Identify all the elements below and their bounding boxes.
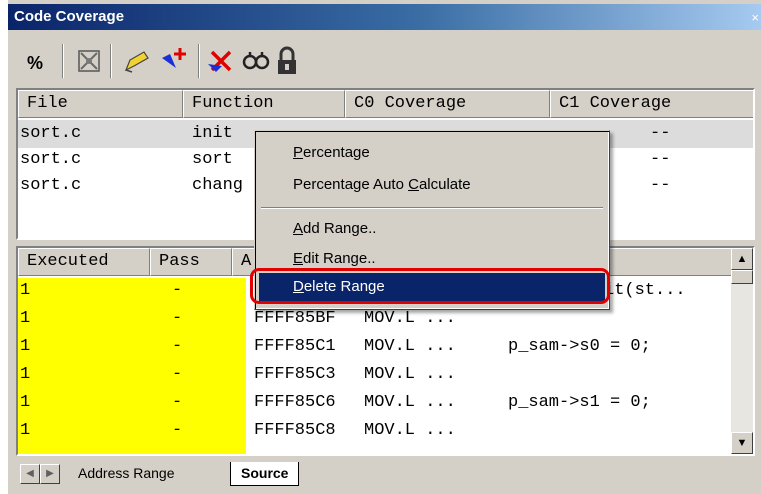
c1-coverage-cell: --: [650, 150, 671, 169]
pass-cell: -: [172, 421, 183, 440]
instruction-cell: MOV.L ...: [364, 365, 456, 384]
coverage-wrench-icon[interactable]: [70, 42, 108, 80]
c1-coverage-cell: --: [650, 176, 671, 195]
scroll-thumb[interactable]: [731, 270, 753, 284]
column-header-file[interactable]: File: [18, 90, 183, 118]
tab-source[interactable]: Source: [230, 462, 300, 486]
menu-item-label: Percentage Auto: [293, 176, 409, 193]
percent-label: %: [27, 53, 43, 73]
executed-cell: 1: [20, 393, 31, 412]
address-cell: FFFF85C6: [254, 393, 336, 412]
function-cell: init: [192, 124, 233, 143]
scroll-down-icon[interactable]: ▼: [731, 432, 753, 454]
menu-item-accelerator: A: [293, 220, 304, 237]
toolbar-separator: [198, 44, 200, 78]
menu-item-label: dd Range..: [303, 220, 377, 237]
edit-range-icon[interactable]: [118, 42, 156, 80]
menu-item-label: alculate: [418, 176, 471, 193]
column-header-pass[interactable]: Pass: [150, 248, 232, 276]
file-cell: sort.c: [20, 150, 82, 169]
pass-cell: -: [172, 337, 183, 356]
file-cell: sort.c: [20, 124, 82, 143]
column-header-function[interactable]: Function: [183, 90, 345, 118]
toolbar-separator: [62, 44, 64, 78]
menu-item-label: dit Range..: [303, 250, 376, 267]
window-title: Code Coverage: [14, 8, 125, 25]
pass-cell: -: [172, 393, 183, 412]
executed-cell: 1: [20, 281, 31, 300]
close-icon[interactable]: ×: [751, 10, 759, 25]
menu-item-percentage[interactable]: Percentage: [259, 139, 605, 167]
percent-icon[interactable]: %: [20, 42, 58, 80]
executed-cell: 1: [20, 309, 31, 328]
address-cell: FFFF85C3: [254, 365, 336, 384]
scroll-up-icon[interactable]: ▲: [731, 248, 753, 270]
menu-separator: [261, 207, 603, 209]
column-header-c0-coverage[interactable]: C0 Coverage: [345, 90, 550, 118]
menu-item-label: ercentage: [303, 144, 370, 161]
menu-item-add-range[interactable]: Add Range..: [259, 215, 605, 243]
toolbar: %: [10, 36, 759, 86]
source-cell: p_sam->s0 = 0;: [508, 337, 651, 356]
pass-cell: -: [172, 281, 183, 300]
add-range-icon[interactable]: [156, 42, 194, 80]
executed-cell: 1: [20, 421, 31, 440]
lock-icon[interactable]: [268, 42, 306, 80]
file-cell: sort.c: [20, 176, 82, 195]
column-header-executed[interactable]: Executed: [18, 248, 150, 276]
title-bar[interactable]: Code Coverage ×: [8, 4, 761, 30]
toolbar-separator: [110, 44, 112, 78]
executed-cell: 1: [20, 337, 31, 356]
menu-item-percentage-auto-calculate[interactable]: Percentage Auto Calculate: [259, 171, 605, 199]
source-cell: p_sam->s1 = 0;: [508, 393, 651, 412]
executed-highlight: [18, 278, 246, 454]
executed-cell: 1: [20, 365, 31, 384]
tab-scroll-right-icon[interactable]: ▶: [40, 464, 60, 484]
function-cell: chang: [192, 176, 244, 195]
menu-item-accelerator: P: [293, 144, 304, 161]
pass-cell: -: [172, 309, 183, 328]
sheet-tabs: ◀ ▶ Address Range Source: [16, 460, 755, 488]
column-header-c1-coverage[interactable]: C1 Coverage: [550, 90, 753, 118]
menu-item-accelerator: E: [293, 250, 304, 267]
tab-address-range[interactable]: Address Range: [68, 462, 185, 486]
address-cell: FFFF85C1: [254, 337, 336, 356]
annotation-highlight-ring: [250, 268, 610, 304]
address-cell: FFFF85C8: [254, 421, 336, 440]
menu-item-accelerator: C: [408, 176, 419, 193]
pass-cell: -: [172, 365, 183, 384]
function-cell: sort: [192, 150, 233, 169]
c1-coverage-cell: --: [650, 124, 671, 143]
tab-scroll-left-icon[interactable]: ◀: [20, 464, 40, 484]
source-cell: it(st...: [604, 281, 686, 300]
vertical-scrollbar[interactable]: ▲ ▼: [731, 248, 753, 454]
instruction-cell: MOV.L ...: [364, 393, 456, 412]
instruction-cell: MOV.L ...: [364, 421, 456, 440]
instruction-cell: MOV.L ...: [364, 337, 456, 356]
